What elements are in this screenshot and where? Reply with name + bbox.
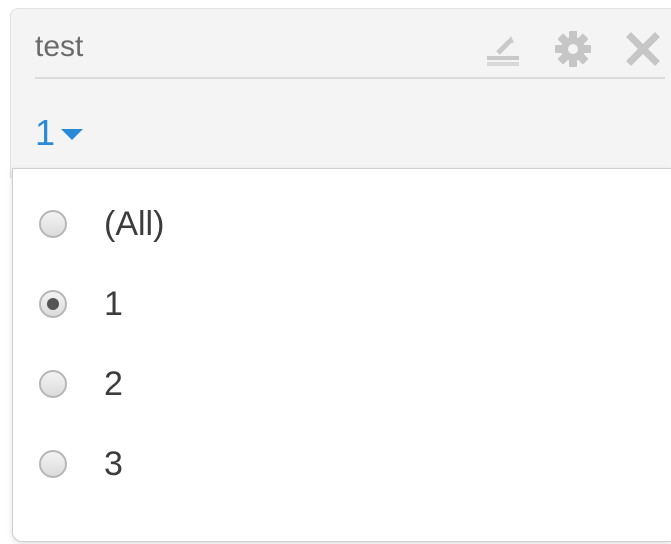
option-2[interactable]: 2 (39, 359, 123, 409)
radio-button[interactable] (39, 370, 67, 398)
option-1[interactable]: 1 (39, 279, 123, 329)
radio-button-checked[interactable] (39, 290, 67, 318)
close-icon[interactable] (623, 29, 663, 69)
filter-value-selector[interactable]: 1 (35, 111, 84, 155)
option-3[interactable]: 3 (39, 439, 123, 489)
option-label: 3 (104, 445, 123, 483)
filter-widget: test 1 (10, 8, 671, 178)
widget-header: test (35, 27, 665, 79)
radio-button[interactable] (39, 210, 67, 238)
gear-icon[interactable] (553, 29, 593, 69)
selected-value: 1 (35, 112, 56, 153)
option-label: 1 (104, 285, 123, 323)
option-label: (All) (104, 205, 165, 243)
option-all[interactable]: (All) (39, 199, 164, 249)
widget-toolbar (483, 29, 663, 69)
radio-button[interactable] (39, 450, 67, 478)
filter-dropdown: (All) 1 2 3 (12, 168, 671, 542)
chevron-down-icon (61, 128, 84, 140)
option-label: 2 (104, 365, 123, 403)
export-icon[interactable] (483, 29, 523, 69)
widget-title: test (35, 30, 84, 63)
